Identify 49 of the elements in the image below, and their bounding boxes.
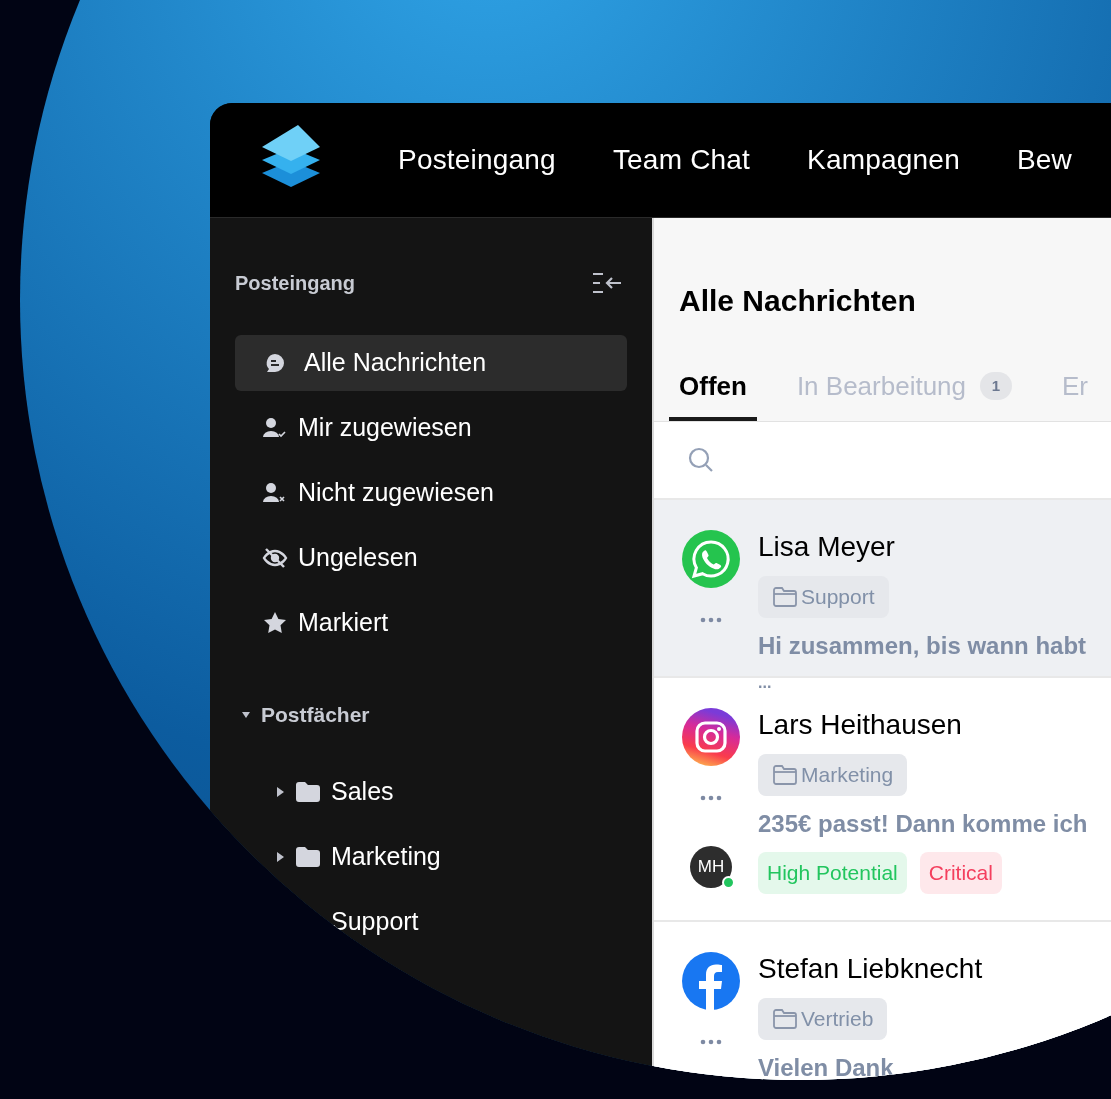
folder-icon (772, 764, 798, 786)
preview-ellipsis: ... (758, 678, 772, 690)
user-check-icon (262, 416, 288, 440)
caret-icon (241, 709, 251, 720)
sidebar-item[interactable]: Markiert (235, 595, 627, 651)
folder-icon (772, 1008, 798, 1030)
mailbox-item[interactable]: Sales (235, 768, 627, 815)
sidebar-item[interactable]: Ungelesen (235, 530, 627, 586)
tag: High Potential (758, 852, 907, 894)
message-preview: Vielen Dank (758, 1053, 895, 1080)
search-field[interactable] (654, 422, 1111, 500)
caret-icon (275, 785, 285, 798)
user-remove-icon (262, 481, 288, 505)
mailbox-item[interactable]: Marketing (235, 833, 627, 880)
sidebar-title: Posteingang (235, 271, 355, 296)
more-icon[interactable] (700, 795, 722, 801)
message-preview: 235€ passt! Dann komme ich (758, 809, 1088, 839)
conversation-item[interactable]: Lisa Meyer Support Hi zusammen, bis wann habt (654, 500, 1111, 678)
nav-link[interactable]: Bew (1016, 139, 1072, 181)
mailbox-item[interactable]: Support (235, 898, 627, 945)
page-title: Alle Nachrichten (679, 282, 916, 319)
sidebar-item[interactable]: Mir zugewiesen (235, 400, 627, 456)
collapse-sidebar-icon[interactable] (591, 271, 623, 295)
f-logo-icon (682, 952, 740, 1010)
contact-name: Lisa Meyer (758, 530, 896, 564)
nav-link[interactable]: Team Chat (612, 139, 751, 181)
phone-bubble-icon (682, 530, 740, 588)
eye-off-icon (262, 546, 288, 570)
folder-icon (295, 780, 321, 803)
section-header[interactable]: Postfächer (241, 699, 627, 731)
camera-icon (682, 708, 740, 766)
nav-link[interactable]: Kampagnen (807, 139, 960, 181)
tag: Critical (919, 852, 1002, 894)
star-icon (262, 611, 288, 635)
search-icon (688, 447, 714, 473)
caret-icon (275, 850, 285, 863)
contact-name: Stefan Liebknecht (758, 952, 983, 986)
sidebar-item[interactable]: Nicht zugewiesen (235, 465, 627, 521)
sidebar-item[interactable]: Alle Nachrichten (235, 335, 627, 391)
status-tab[interactable]: In Bearbeitung 1 (786, 369, 1023, 421)
folder-icon (772, 586, 798, 608)
message-preview: Hi zusammen, bis wann habt (758, 631, 1087, 661)
contact-name: Lars Heithausen (758, 708, 963, 742)
more-icon[interactable] (700, 1039, 722, 1045)
more-icon[interactable] (700, 617, 722, 623)
count-badge: 1 (980, 372, 1013, 400)
assignee-avatar: MH (690, 846, 732, 888)
folder-icon (295, 845, 321, 868)
nav-link[interactable]: Posteingang (398, 139, 556, 181)
